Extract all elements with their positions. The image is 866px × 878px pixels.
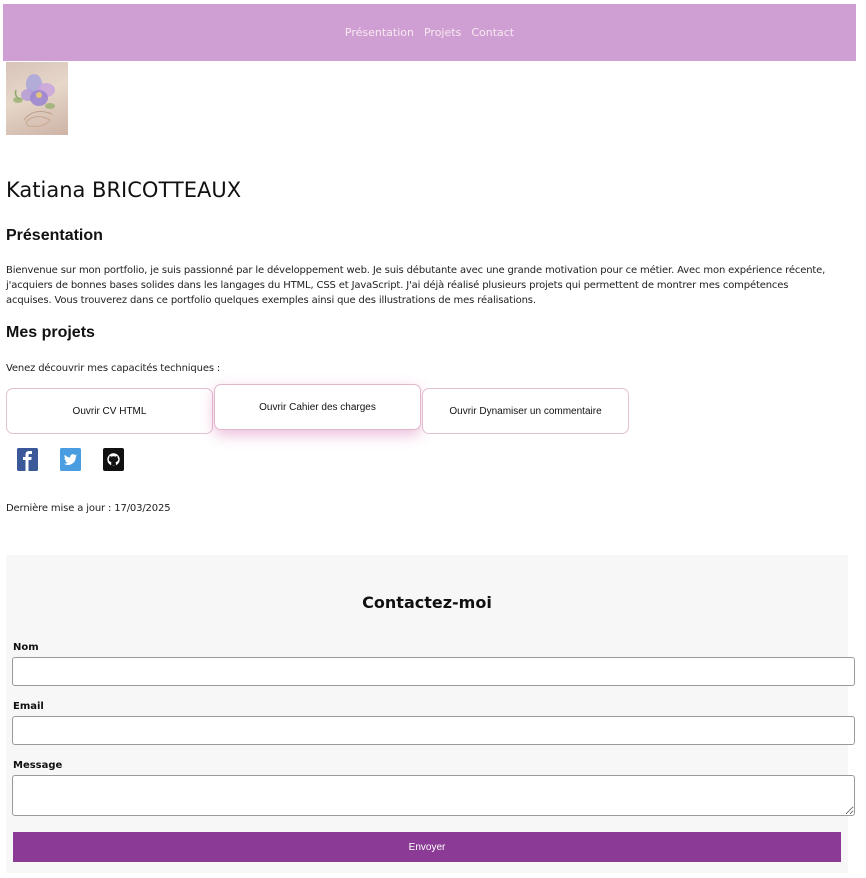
twitter-icon[interactable] [60, 448, 81, 471]
message-field[interactable] [12, 775, 855, 816]
message-label: Message [13, 760, 63, 771]
open-dynamiser-commentaire-button[interactable]: Ouvrir Dynamiser un commentaire [422, 388, 629, 434]
projects-heading: Mes projets [6, 324, 95, 341]
top-nav: Présentation Projets Contact [3, 4, 856, 61]
github-icon[interactable] [103, 448, 124, 471]
contact-heading: Contactez-moi [362, 593, 492, 612]
name-label: Nom [13, 642, 39, 653]
nav-link-presentation[interactable]: Présentation [345, 26, 414, 39]
open-cahier-des-charges-button[interactable]: Ouvrir Cahier des charges [214, 384, 421, 430]
email-field[interactable] [12, 716, 855, 745]
name-field[interactable] [12, 657, 855, 686]
page-title: Katiana BRICOTTEAUX [6, 178, 242, 202]
last-update-text: Dernière mise a jour : 17/03/2025 [6, 503, 171, 514]
open-cv-html-button[interactable]: Ouvrir CV HTML [6, 388, 213, 434]
email-label: Email [13, 701, 44, 712]
logo-image [6, 62, 68, 135]
facebook-icon[interactable] [17, 448, 38, 471]
projects-intro: Venez découvrir mes capacités techniques… [6, 363, 221, 374]
presentation-heading: Présentation [6, 227, 103, 244]
nav-link-projets[interactable]: Projets [424, 26, 461, 39]
nav-link-contact[interactable]: Contact [471, 26, 514, 39]
presentation-text: Bienvenue sur mon portfolio, je suis pas… [6, 265, 826, 306]
send-button[interactable]: Envoyer [13, 832, 841, 862]
contact-section: Contactez-moi Nom Email Message Envoyer [6, 555, 855, 873]
